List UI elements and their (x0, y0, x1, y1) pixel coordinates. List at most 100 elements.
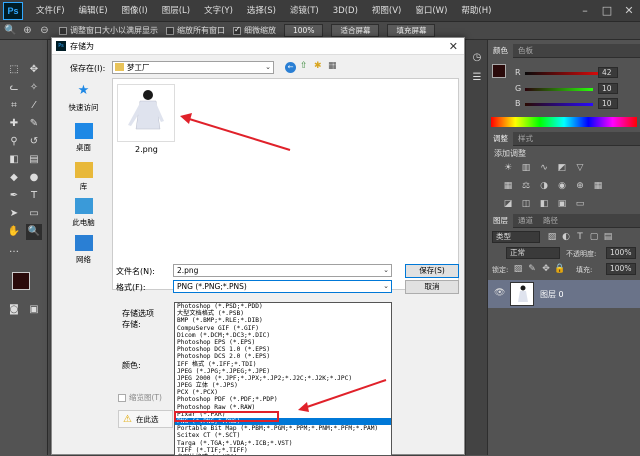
format-option[interactable]: JPEG 立体 (*.JPS) (175, 382, 391, 389)
r-value[interactable]: 42 (598, 67, 618, 78)
black-white-icon[interactable]: ◑ (538, 180, 550, 192)
brush-tool-icon[interactable]: ✎ (26, 116, 42, 132)
g-value[interactable]: 10 (598, 83, 618, 94)
menu-type[interactable]: 文字(Y) (197, 0, 240, 22)
screen-mode-icon[interactable]: ▣ (26, 302, 42, 318)
format-option[interactable]: 大型文档格式 (*.PSB) (175, 310, 391, 317)
format-option[interactable]: Photoshop Raw (*.RAW) (175, 404, 391, 411)
format-option[interactable]: Photoshop DCS 2.0 (*.EPS) (175, 353, 391, 360)
hue-saturation-icon[interactable]: ▦ (502, 180, 514, 192)
color-balance-icon[interactable]: ⚖ (520, 180, 532, 192)
eraser-tool-icon[interactable]: ◧ (6, 152, 22, 168)
tab-adjustments[interactable]: 调整 (488, 131, 513, 146)
fill-screen-button[interactable]: 填充屏幕 (387, 24, 436, 37)
format-option[interactable]: Portable Bit Map (*.PBM;*.PGM;*.PPM;*.PN… (175, 425, 391, 432)
format-option[interactable]: CompuServe GIF (*.GIF) (175, 325, 391, 332)
tab-channels[interactable]: 通道 (513, 214, 538, 228)
b-slider[interactable] (525, 103, 593, 106)
lock-position-icon[interactable]: ✥ (540, 263, 552, 275)
more-tools-icon[interactable]: … (6, 242, 22, 258)
layer-row[interactable]: 👁 图层 0 (488, 280, 640, 308)
tab-paths[interactable]: 路径 (538, 214, 563, 228)
foreground-color-swatch[interactable] (492, 64, 506, 78)
menu-edit[interactable]: 编辑(E) (72, 0, 115, 22)
file-name-label[interactable]: 2.png (135, 145, 158, 154)
path-select-icon[interactable]: ➤ (6, 206, 22, 222)
format-option[interactable]: TIFF (*.TIF;*.TIFF) (175, 447, 391, 454)
exposure-icon[interactable]: ◩ (556, 162, 568, 174)
levels-icon[interactable]: ▥ (520, 162, 532, 174)
save-in-dropdown[interactable]: 梦工厂 ⌄ (112, 61, 274, 74)
minimize-icon[interactable]: – (574, 0, 596, 22)
fit-screen-button[interactable]: 适合屏幕 (331, 24, 380, 37)
close-icon[interactable]: ✕ (449, 40, 458, 53)
menu-filter[interactable]: 滤镜(T) (283, 0, 326, 22)
channel-mixer-icon[interactable]: ⊕ (574, 180, 586, 192)
smart-filter-icon[interactable]: ▤ (602, 231, 614, 243)
format-option[interactable]: PCX (*.PCX) (175, 389, 391, 396)
zoom-out-icon[interactable]: ⊖ (38, 24, 51, 37)
format-option[interactable]: JPEG (*.JPG;*.JPEG;*.JPE) (175, 368, 391, 375)
b-value[interactable]: 10 (598, 98, 618, 109)
clone-stamp-icon[interactable]: ⚲ (6, 134, 22, 150)
marquee-tool-icon[interactable]: ⬚ (6, 62, 22, 78)
history-icon[interactable]: ◷ (469, 50, 485, 66)
fill-input[interactable]: 100% (606, 263, 636, 275)
quick-mask-icon[interactable]: ◙ (6, 302, 22, 318)
type-tool-icon[interactable]: T (26, 188, 42, 204)
place-desktop[interactable]: 桌面 (59, 123, 108, 153)
zoom-tool-icon[interactable]: 🔍 (4, 24, 17, 37)
tab-styles[interactable]: 样式 (513, 132, 538, 146)
lasso-tool-icon[interactable]: ᓚ (6, 80, 22, 96)
zoom-tool-icon[interactable]: 🔍 (26, 224, 42, 240)
selective-color-icon[interactable]: ▣ (556, 198, 568, 210)
menu-3d[interactable]: 3D(D) (326, 0, 365, 22)
up-folder-icon[interactable]: ⇧ (300, 61, 308, 71)
properties-icon[interactable]: ☰ (469, 70, 485, 86)
menu-window[interactable]: 窗口(W) (408, 0, 454, 22)
file-thumbnail[interactable] (117, 84, 175, 142)
maximize-icon[interactable]: □ (596, 0, 618, 22)
menu-file[interactable]: 文件(F) (29, 0, 72, 22)
scrubby-zoom-checkbox[interactable]: 细微缩放 (233, 25, 276, 36)
gradient-map-icon[interactable]: ▭ (574, 198, 586, 210)
magic-wand-icon[interactable]: ✧ (26, 80, 42, 96)
blur-tool-icon[interactable]: ◆ (6, 170, 22, 186)
close-icon[interactable]: ✕ (618, 0, 640, 22)
menu-help[interactable]: 帮助(H) (454, 0, 498, 22)
menu-view[interactable]: 视图(V) (365, 0, 408, 22)
photo-filter-icon[interactable]: ◉ (556, 180, 568, 192)
view-menu-icon[interactable]: ▦ (328, 61, 337, 71)
menu-layer[interactable]: 图层(L) (155, 0, 197, 22)
place-quick-access[interactable]: ★ 快速访问 (59, 83, 108, 113)
format-dropdown-list[interactable]: Photoshop (*.PSD;*.PDD) 大型文档格式 (*.PSB) BMP… (174, 302, 392, 456)
filename-input[interactable]: 2.png ⌄ (173, 264, 392, 277)
curves-icon[interactable]: ∿ (538, 162, 550, 174)
cancel-button[interactable]: 取消 (405, 280, 459, 294)
pixel-filter-icon[interactable]: ▨ (546, 231, 558, 243)
format-option[interactable]: Scitex CT (*.SCT) (175, 432, 391, 439)
menu-select[interactable]: 选择(S) (240, 0, 283, 22)
opacity-input[interactable]: 100% (606, 247, 636, 259)
crop-tool-icon[interactable]: ⌗ (6, 98, 22, 114)
thumbnail-checkbox[interactable]: 缩览图(T) (118, 392, 162, 403)
threshold-icon[interactable]: ◧ (538, 198, 550, 210)
type-filter-icon[interactable]: T (574, 231, 586, 243)
shape-tool-icon[interactable]: ▭ (26, 206, 42, 222)
tab-color[interactable]: 颜色 (488, 43, 513, 58)
format-option[interactable]: Targa (*.TGA;*.VDA;*.ICB;*.VST) (175, 440, 391, 447)
adjust-filter-icon[interactable]: ◐ (560, 231, 572, 243)
posterize-icon[interactable]: ◫ (520, 198, 532, 210)
layer-name[interactable]: 图层 0 (540, 289, 564, 300)
back-icon[interactable]: ← (285, 62, 296, 73)
format-dropdown[interactable]: PNG (*.PNG;*.PNS) ⌄ (173, 280, 392, 293)
color-lookup-icon[interactable]: ▦ (592, 180, 604, 192)
new-folder-icon[interactable]: ✱ (314, 61, 322, 71)
place-library[interactable]: 库 (59, 162, 108, 192)
layer-filter-dropdown[interactable]: 类型 (492, 231, 540, 243)
save-button[interactable]: 保存(S) (405, 264, 459, 278)
color-spectrum-ramp[interactable] (491, 117, 637, 127)
foreground-color-swatch[interactable] (12, 272, 30, 290)
format-option[interactable]: IFF 格式 (*.IFF;*.TDI) (175, 361, 391, 368)
vibrance-icon[interactable]: ▽ (574, 162, 586, 174)
